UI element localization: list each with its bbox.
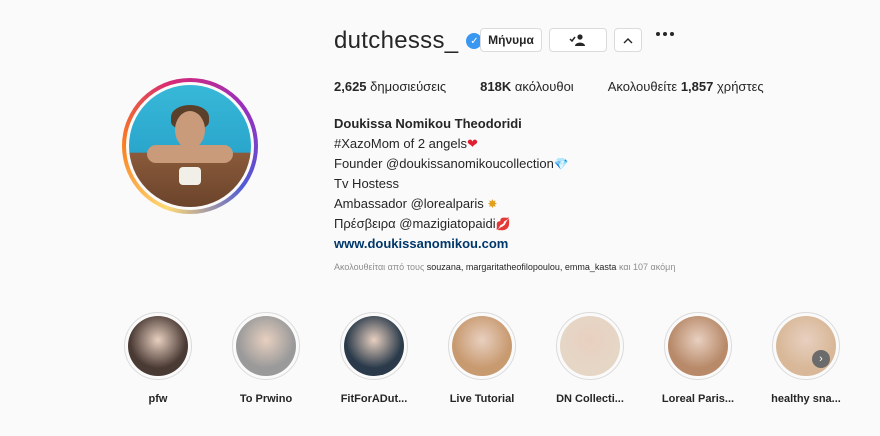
posts-label: δημοσιεύσεις <box>370 79 447 94</box>
gem-icon: 💎 <box>553 157 569 171</box>
suggested-toggle-button[interactable] <box>614 28 642 52</box>
highlight-item[interactable]: pfw <box>104 312 212 405</box>
bio-line: Πρέσβειρα @mazigiatopaidi💋 <box>334 214 569 234</box>
dot <box>656 32 660 36</box>
highlight-label: Live Tutorial <box>449 393 515 405</box>
posts-count: 2,625 <box>334 79 367 94</box>
profile-avatar[interactable] <box>122 78 258 214</box>
bio-text: #XazoMom of 2 angels <box>334 136 467 151</box>
website-link[interactable]: www.doukissanomikou.com <box>334 234 569 254</box>
highlight-cover <box>232 312 300 380</box>
highlight-item[interactable]: Loreal Paris... <box>644 312 752 405</box>
bio-text: Ambassador @lorealparis <box>334 196 484 211</box>
highlight-label: pfw <box>148 393 168 405</box>
chevron-right-icon[interactable]: › <box>812 350 830 368</box>
more-options-icon[interactable] <box>656 32 674 36</box>
profile-stats: 2,625 δημοσιεύσεις 818K ακόλουθοι Ακολου… <box>334 79 798 94</box>
dot <box>663 32 667 36</box>
bio-text: Founder @doukissanomikoucollection <box>334 156 554 171</box>
avatar-face <box>175 111 205 149</box>
lips-icon: 💋 <box>495 217 511 231</box>
followed-by-prefix: Ακολουθείται από τους <box>334 262 425 272</box>
following-count: 1,857 <box>680 79 714 94</box>
avatar-photo <box>129 85 251 207</box>
followed-by-suffix: και 107 ακόμη <box>618 262 676 272</box>
avatar-arms <box>147 145 233 163</box>
avatar-inner <box>126 82 254 210</box>
following-prefix: Ακολουθείτε <box>607 79 678 94</box>
highlight-image <box>452 316 512 376</box>
highlight-item[interactable]: Live Tutorial <box>428 312 536 405</box>
highlight-image <box>236 316 296 376</box>
profile-bio: Doukissa Nomikou Theodoridi #XazoMom of … <box>334 114 569 254</box>
profile-header: dutchesss_ ✓ <box>334 26 483 56</box>
highlight-image <box>668 316 728 376</box>
highlight-cover <box>556 312 624 380</box>
highlight-item[interactable]: FitForADut... <box>320 312 428 405</box>
bio-line: Ambassador @lorealparis ✸ <box>334 194 569 214</box>
message-button[interactable]: Μήνυμα <box>480 28 542 52</box>
bio-line: Tv Hostess <box>334 176 400 191</box>
highlight-cover <box>340 312 408 380</box>
highlight-cover <box>448 312 516 380</box>
highlight-label: healthy sna... <box>771 393 841 405</box>
highlight-cover <box>772 312 840 380</box>
heart-icon: ❤ <box>466 136 478 151</box>
person-check-icon <box>569 34 585 46</box>
highlight-label: To Prwino <box>239 393 293 405</box>
highlight-image <box>776 316 836 376</box>
posts-stat: 2,625 δημοσιεύσεις <box>334 79 446 94</box>
story-highlights: pfw To Prwino FitForADut... Live Tutorial DN… <box>104 312 860 405</box>
chevron-up-icon <box>623 37 633 43</box>
following-button[interactable] <box>549 28 607 52</box>
followed-by[interactable]: Ακολουθείται από τους souzana, margarita… <box>334 262 675 272</box>
following-stat[interactable]: Ακολουθείτε 1,857 χρήστες <box>608 79 764 94</box>
highlight-image <box>128 316 188 376</box>
highlight-label: FitForADut... <box>340 393 408 405</box>
highlight-label: DN Collecti... <box>556 393 624 405</box>
bio-text: Πρέσβειρα @mazigiatopaidi <box>334 216 496 231</box>
followed-by-users: souzana, margaritatheofilopoulou, emma_k… <box>426 262 617 272</box>
highlight-cover <box>664 312 732 380</box>
highlight-image <box>344 316 404 376</box>
profile-username: dutchesss_ <box>334 27 459 54</box>
highlight-label: Loreal Paris... <box>661 393 735 405</box>
followers-count: 818K <box>480 79 512 94</box>
sparkle-icon: ✸ <box>487 197 498 211</box>
avatar-cup <box>179 167 201 185</box>
highlight-item[interactable]: DN Collecti... <box>536 312 644 405</box>
bio-line: #XazoMom of 2 angels❤ <box>334 134 569 154</box>
dot <box>670 32 674 36</box>
highlight-item[interactable]: To Prwino <box>212 312 320 405</box>
followers-label: ακόλουθοι <box>514 79 574 94</box>
highlight-image <box>560 316 620 376</box>
highlight-item[interactable]: healthy sna... <box>752 312 860 405</box>
followers-stat[interactable]: 818K ακόλουθοι <box>480 79 574 94</box>
highlight-cover <box>124 312 192 380</box>
bio-line: Founder @doukissanomikoucollection💎 <box>334 154 569 174</box>
full-name: Doukissa Nomikou Theodoridi <box>334 116 522 131</box>
following-suffix: χρήστες <box>716 79 764 94</box>
